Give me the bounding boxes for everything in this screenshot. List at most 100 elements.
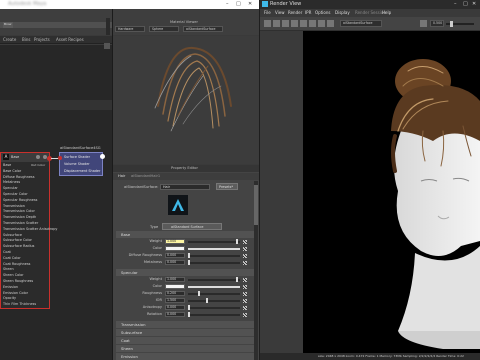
region-icon[interactable] (291, 20, 298, 27)
renderer-dropdown[interactable]: Hardware (115, 26, 145, 32)
material-dropdown[interactable]: aiStandardSurface (183, 26, 223, 32)
shading-group-node[interactable]: Surface Shader Volume Shader Displacemen… (58, 152, 103, 176)
attr-slider-handle[interactable] (188, 312, 190, 317)
section-sheen[interactable]: Sheen (116, 345, 256, 352)
exposure-icon[interactable] (420, 20, 427, 27)
attr-slider-handle[interactable] (235, 239, 238, 244)
shader-port[interactable]: Coat Roughness (3, 262, 30, 266)
attr-slider[interactable] (188, 279, 240, 281)
color-swatch[interactable] (165, 246, 185, 251)
shader-port[interactable]: Metalness (3, 180, 20, 184)
lut-icon[interactable] (327, 20, 334, 27)
section-transmission[interactable]: Transmission (116, 321, 256, 328)
color-slider[interactable] (188, 286, 240, 288)
shader-port[interactable]: Sheen (3, 267, 14, 271)
section-base[interactable]: Base (116, 231, 256, 238)
shader-port[interactable]: Transmission (3, 204, 25, 208)
menu-options[interactable]: Options (315, 10, 330, 15)
shader-port[interactable]: Transmission Scatter (3, 221, 38, 225)
presets-button[interactable]: Presets* (216, 183, 238, 190)
property-editor-scrollbar[interactable] (254, 181, 258, 360)
hypershade-scrollbar[interactable] (106, 18, 110, 35)
attr-slider-handle[interactable] (188, 305, 190, 310)
shader-port[interactable]: Specular Color (3, 192, 28, 196)
attr-slider[interactable] (188, 262, 240, 264)
shader-port[interactable]: Base Color (3, 169, 21, 173)
menu-file[interactable]: File (264, 10, 271, 15)
section-specular[interactable]: Specular (116, 269, 256, 276)
shader-port[interactable]: Emission (3, 285, 18, 289)
attr-slider-handle[interactable] (198, 291, 200, 296)
attr-value-field[interactable]: 0.200 (165, 291, 185, 296)
shader-port[interactable]: Subsurface Color (3, 238, 32, 242)
map-button-icon[interactable] (243, 291, 247, 296)
map-button-icon[interactable] (243, 312, 247, 317)
tab-bins[interactable]: Bins (22, 37, 30, 42)
section-coat[interactable]: Coat (116, 337, 256, 344)
tab-hair[interactable]: Hair (118, 174, 125, 178)
camera-dropdown[interactable]: aiStandardSurface (340, 20, 382, 27)
map-button-icon[interactable] (243, 305, 247, 310)
attr-slider-handle[interactable] (235, 277, 238, 282)
shader-port[interactable]: Opacity (3, 296, 16, 300)
attr-value-field[interactable]: 0.000 (165, 305, 185, 310)
material-viewer-canvas[interactable] (113, 36, 259, 164)
attr-slider[interactable] (188, 293, 240, 295)
shader-node[interactable]: A Out Color Base Base Base Color Diffuse R… (0, 152, 57, 309)
menu-view[interactable]: View (275, 10, 285, 15)
rv-minimize-icon[interactable]: – (454, 1, 457, 7)
shader-port[interactable]: Diffuse Roughness (3, 175, 34, 179)
attr-slider[interactable] (188, 241, 240, 243)
shader-port[interactable]: Transmission Color (3, 209, 35, 213)
shader-port[interactable]: Emission Color (3, 291, 28, 295)
minimize-icon[interactable]: – (226, 1, 229, 7)
color-swatch[interactable] (165, 284, 185, 289)
attr-slider-handle[interactable] (188, 260, 190, 265)
graph-toolbar-icon[interactable] (104, 43, 110, 49)
sg-port-dot[interactable] (58, 156, 62, 160)
shape-dropdown[interactable]: Sphere (149, 26, 179, 32)
shader-port[interactable]: Transmission Depth (3, 215, 36, 219)
hypershade-button[interactable]: Brow (3, 22, 13, 28)
attr-slider[interactable] (188, 255, 240, 257)
zoom-slider-handle[interactable] (450, 21, 453, 27)
rv-maximize-icon[interactable]: □ (463, 1, 468, 7)
tab-create[interactable]: Create (3, 37, 16, 42)
shader-port[interactable]: Thin Film Thickness (3, 302, 36, 306)
tab-projects[interactable]: Projects (34, 37, 50, 42)
shader-port[interactable]: Base (3, 163, 11, 167)
sg-out-port-icon[interactable] (100, 154, 105, 159)
node-collapse-icon[interactable] (36, 155, 40, 159)
shader-port[interactable]: Transmission Scatter Anisotropy (3, 227, 57, 231)
attr-slider-handle[interactable] (188, 253, 190, 258)
attr-value-field[interactable]: 1.000 (165, 277, 185, 282)
attr-slider-handle[interactable] (205, 298, 208, 303)
attr-value-field[interactable]: 1.000 (165, 239, 185, 244)
tab-aistandardhair[interactable]: aiStandardHair1 (131, 174, 160, 178)
menu-render[interactable]: Render (288, 10, 302, 15)
attr-slider[interactable] (188, 314, 240, 316)
shader-port[interactable]: Specular Roughness (3, 198, 37, 202)
map-button-icon[interactable] (243, 253, 247, 258)
alpha-icon[interactable] (318, 20, 325, 27)
shader-port[interactable]: Sheen Roughness (3, 279, 33, 283)
shader-port[interactable]: Subsurface Radius (3, 244, 34, 248)
section-emission[interactable]: Emission (116, 353, 256, 360)
attr-slider[interactable] (188, 300, 240, 302)
shader-port[interactable]: Specular (3, 186, 18, 190)
color-slider[interactable] (188, 248, 240, 250)
attr-value-field[interactable]: 1.500 (165, 298, 185, 303)
section-subsurface[interactable]: Subsurface (116, 329, 256, 336)
map-button-icon[interactable] (243, 260, 247, 265)
attr-value-field[interactable]: 0.000 (165, 253, 185, 258)
render-icon[interactable] (264, 20, 271, 27)
attr-value-field[interactable]: 0.000 (165, 312, 185, 317)
menu-display[interactable]: Display (335, 10, 350, 15)
menu-ipr[interactable]: IPR (305, 10, 311, 15)
tab-asset-recipes[interactable]: Asset Recipes (56, 37, 84, 42)
scrollbar-thumb[interactable] (254, 185, 258, 225)
rendered-image[interactable] (303, 31, 480, 354)
shader-port[interactable]: Subsurface (3, 233, 22, 237)
shader-port[interactable]: Sheen Color (3, 273, 24, 277)
type-dropdown[interactable]: aiStandard Surface (162, 223, 222, 230)
